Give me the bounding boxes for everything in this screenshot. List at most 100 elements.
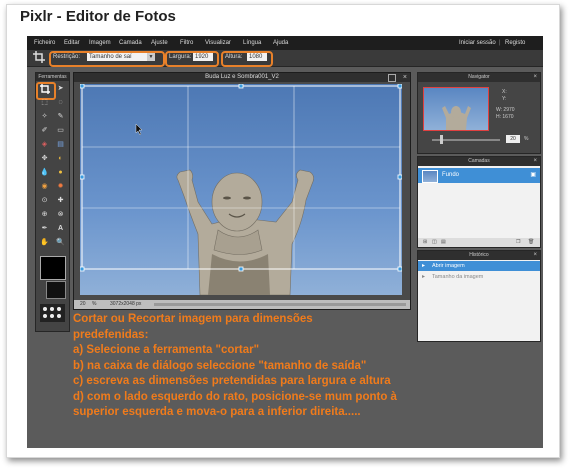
history-item[interactable]: ▸ Abrir imagem bbox=[418, 261, 540, 271]
navigator-thumbnail[interactable] bbox=[423, 87, 489, 131]
crop-tool-icon[interactable] bbox=[39, 84, 50, 94]
marquee-tool-icon[interactable]: ⬚ bbox=[39, 98, 50, 108]
drop-tool-icon[interactable]: 💧 bbox=[39, 168, 50, 178]
menu-bar: Ficheiro Editar Imagem Camada Ajuste Fil… bbox=[27, 36, 543, 50]
layer-new-icon[interactable]: ❐ bbox=[516, 239, 520, 245]
layer-name: Fundo bbox=[442, 172, 460, 178]
gradient-tool-icon[interactable]: ▤ bbox=[55, 140, 66, 150]
instruction-line: c) escreva as dimensões pretendidas para… bbox=[73, 375, 391, 387]
menu-ficheiro[interactable]: Ficheiro bbox=[34, 40, 55, 46]
instruction-line: superior esquerda e mova-o para a inferi… bbox=[73, 406, 361, 418]
pencil-tool-icon[interactable]: ✎ bbox=[55, 112, 66, 122]
width-label: Largura: bbox=[169, 54, 192, 60]
menu-camada[interactable]: Camada bbox=[119, 40, 142, 46]
sponge-tool-icon[interactable]: ● bbox=[55, 168, 66, 178]
dodge-tool-icon[interactable]: ◉ bbox=[39, 182, 50, 192]
restriction-label: Restrição: bbox=[53, 54, 81, 60]
spot-heal-tool-icon[interactable]: ✚ bbox=[55, 196, 66, 206]
eraser-tool-icon[interactable]: ▭ bbox=[55, 126, 66, 136]
zoom-tool-icon[interactable]: 🔍 bbox=[55, 238, 66, 248]
navigator-panel: Navigator × X: Y: W: 2970 H: 1670 20 % bbox=[417, 72, 541, 154]
layer-add-icon[interactable]: ⊞ bbox=[423, 239, 427, 245]
instruction-line: predefenidas: bbox=[73, 328, 149, 341]
layers-toolbar: ⊞ ◫ ▤ ❐ 🗑 bbox=[418, 238, 540, 247]
buddha-photo bbox=[80, 84, 402, 295]
canvas-title: Buda Luz e Sombra001_V2 bbox=[205, 74, 279, 80]
mask-mode-icon[interactable] bbox=[40, 304, 65, 322]
instruction-line: Cortar ou Recortar imagem para dimensões bbox=[73, 313, 313, 325]
canvas-scrollbar[interactable] bbox=[154, 303, 406, 306]
tools-panel: Ferramentas ➤ ⬚ ◌ ✧ ✎ ✐ ▭ ◈ ▤ ✥ ◐ 💧 ● ◉ … bbox=[35, 72, 70, 332]
login-link[interactable]: Iniciar sessão bbox=[459, 40, 496, 46]
history-item-label: Tamanho da imagem bbox=[432, 274, 484, 280]
menu-lingua[interactable]: Língua bbox=[243, 40, 261, 46]
menu-ajuda[interactable]: Ajuda bbox=[273, 40, 288, 46]
wand-tool-icon[interactable]: ✧ bbox=[39, 112, 50, 122]
navigator-zoom-unit: % bbox=[524, 136, 529, 142]
primary-color-swatch[interactable] bbox=[40, 256, 66, 280]
close-icon[interactable]: × bbox=[533, 251, 537, 260]
photo-canvas[interactable] bbox=[80, 84, 402, 295]
navigator-title: Navigator bbox=[468, 74, 490, 80]
menu-filtro[interactable]: Filtro bbox=[180, 40, 193, 46]
instruction-line: b) na caixa de diálogo seleccione "taman… bbox=[73, 359, 367, 372]
hand-tool-icon[interactable]: ✋ bbox=[39, 238, 50, 248]
navigator-x-label: X: bbox=[502, 89, 507, 95]
crop-tool-indicator-icon bbox=[33, 51, 45, 63]
layers-title-bar: Camadas × bbox=[418, 157, 540, 166]
history-item[interactable]: ▸ Tamanho da imagem bbox=[418, 272, 540, 282]
redeye-tool-icon[interactable]: ⊙ bbox=[39, 196, 50, 206]
brush-tool-icon[interactable]: ✐ bbox=[39, 126, 50, 136]
height-input[interactable]: 1080 bbox=[247, 53, 267, 61]
options-bar: Restrição: Tamanho de saí ▼ Largura: 192… bbox=[27, 50, 543, 67]
close-icon[interactable]: × bbox=[533, 73, 537, 82]
tools-panel-title: Ferramentas bbox=[36, 73, 69, 81]
eyedropper-tool-icon[interactable]: ✒ bbox=[39, 224, 50, 234]
register-link[interactable]: Registo bbox=[505, 40, 525, 46]
canvas-zoom-value[interactable]: 20 bbox=[80, 300, 86, 309]
instruction-line: a) Selecione a ferramenta "cortar" bbox=[73, 344, 260, 356]
window-title: Pixlr - Editor de Fotos bbox=[20, 8, 176, 25]
canvas-title-bar: Buda Luz e Sombra001_V2 × bbox=[74, 73, 410, 82]
colorreplace-tool-icon[interactable]: ◐ bbox=[55, 154, 66, 164]
move-tool-icon[interactable]: ➤ bbox=[55, 84, 66, 94]
layer-folder-icon[interactable]: ▤ bbox=[441, 239, 446, 245]
history-title: Histórico bbox=[469, 252, 489, 258]
canvas-dimensions: 3072x2048 px bbox=[110, 301, 142, 307]
text-tool-icon[interactable]: A bbox=[55, 224, 66, 234]
burn-tool-icon[interactable]: ✹ bbox=[55, 182, 66, 192]
layer-delete-icon[interactable]: 🗑 bbox=[528, 239, 534, 245]
lock-icon: ▣ bbox=[530, 172, 536, 178]
layer-row[interactable]: Fundo ▣ bbox=[418, 168, 540, 183]
bucket-tool-icon[interactable]: ◈ bbox=[39, 140, 50, 150]
instruction-text: Cortar ou Recortar imagem para dimensões… bbox=[73, 312, 473, 421]
close-icon[interactable]: × bbox=[403, 73, 407, 82]
layers-title: Camadas bbox=[468, 158, 490, 164]
menu-ajuste[interactable]: Ajuste bbox=[151, 40, 168, 46]
history-open-icon: ▸ bbox=[422, 263, 426, 269]
clone-tool-icon[interactable]: ✥ bbox=[39, 154, 50, 164]
secondary-color-swatch[interactable] bbox=[46, 281, 66, 299]
restriction-select[interactable]: Tamanho de saí bbox=[87, 53, 147, 61]
navigator-h-label: H: 1670 bbox=[496, 114, 514, 120]
history-title-bar: Histórico × bbox=[418, 251, 540, 260]
menu-visualizar[interactable]: Visualizar bbox=[205, 40, 231, 46]
lasso-tool-icon[interactable]: ◌ bbox=[55, 98, 66, 108]
menu-imagem[interactable]: Imagem bbox=[89, 40, 111, 46]
canvas-status-bar: 20 % 3072x2048 px bbox=[74, 300, 410, 309]
maximize-icon[interactable] bbox=[388, 74, 396, 82]
navigator-zoom-handle[interactable] bbox=[440, 135, 443, 144]
layer-thumbnail bbox=[422, 170, 438, 183]
bloat-tool-icon[interactable]: ⊕ bbox=[39, 210, 50, 220]
menu-editar[interactable]: Editar bbox=[64, 40, 80, 46]
chevron-down-icon[interactable]: ▼ bbox=[147, 53, 155, 61]
canvas-zoom-unit: % bbox=[92, 301, 97, 307]
navigator-w-label: W: 2970 bbox=[496, 107, 515, 113]
instruction-line: d) com o lado esquerdo do rato, posicion… bbox=[73, 390, 397, 403]
navigator-title-bar: Navigator × bbox=[418, 73, 540, 82]
width-input[interactable]: 1920 bbox=[193, 53, 213, 61]
navigator-zoom-input[interactable]: 20 bbox=[506, 135, 520, 143]
layer-mask-icon[interactable]: ◫ bbox=[432, 239, 437, 245]
close-icon[interactable]: × bbox=[533, 157, 537, 166]
pinch-tool-icon[interactable]: ⊗ bbox=[55, 210, 66, 220]
